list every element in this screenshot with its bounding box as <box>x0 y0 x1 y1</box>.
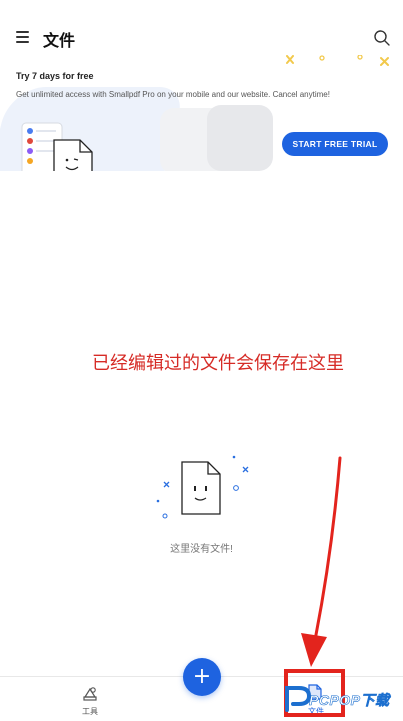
menu-icon[interactable] <box>16 28 32 46</box>
document-illustration-icon <box>21 122 93 171</box>
red-arrow-icon <box>301 456 342 667</box>
add-file-button[interactable]: + <box>183 658 221 696</box>
nav-label-tools: 工具 <box>82 707 98 716</box>
page-title: 文件 <box>43 33 76 50</box>
watermark: PCPOP下载 <box>283 683 403 713</box>
tools-icon <box>83 687 97 701</box>
promo-background-shape <box>207 105 273 171</box>
start-free-trial-button[interactable]: START FREE TRIAL <box>282 132 388 156</box>
plus-icon: + <box>192 664 212 689</box>
promo-banner: Try 7 days for free Get unlimited access… <box>0 55 403 171</box>
search-icon[interactable] <box>371 27 393 49</box>
annotation-text: 已经编辑过的文件会保存在这里 <box>92 353 344 373</box>
promo-title: Try 7 days for free <box>16 71 94 81</box>
promo-description: Get unlimited access with Smallpdf Pro o… <box>16 90 330 99</box>
empty-file-illustration-icon <box>156 455 249 519</box>
nav-item-tools[interactable]: 工具 <box>72 682 108 718</box>
watermark-text: PCPOP下载 <box>309 692 390 709</box>
sparkle-icons <box>286 55 389 66</box>
